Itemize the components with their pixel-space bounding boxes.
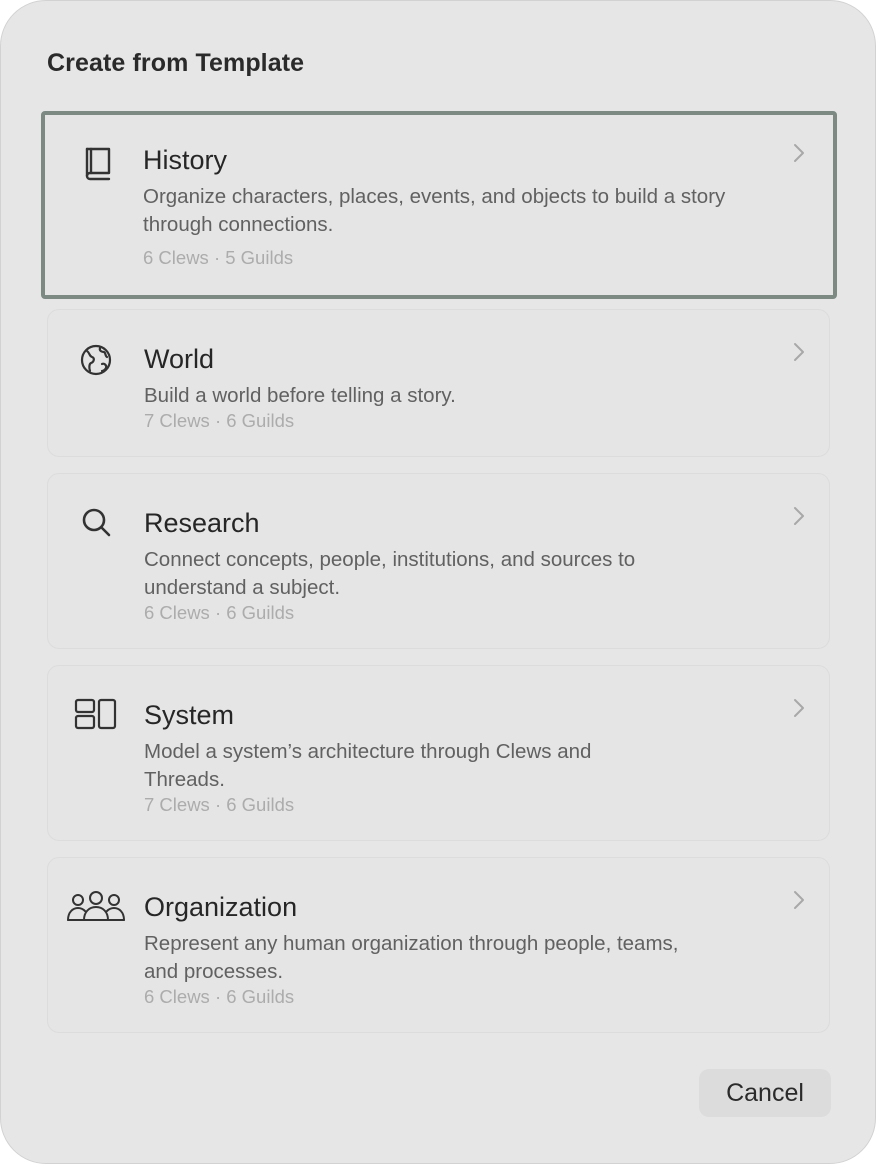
template-description: Connect concepts, people, institutions, … (144, 548, 636, 599)
template-name: Research (144, 508, 260, 538)
template-card-system[interactable]: System Model a system’s architecture thr… (47, 665, 830, 841)
dialog-title: Create from Template (47, 49, 305, 77)
template-dialog: Create from Template History Organize ch… (0, 0, 876, 1164)
people-group-icon (66, 888, 126, 928)
book-icon (79, 143, 119, 183)
cancel-button[interactable]: Cancel (699, 1069, 831, 1117)
chevron-right-icon (791, 504, 807, 528)
template-meta: 7 Clews · 6 Guilds (144, 794, 295, 815)
template-description: Build a world before telling a story. (144, 384, 456, 407)
template-name: World (144, 344, 215, 374)
template-card-history[interactable]: History Organize characters, places, eve… (41, 111, 837, 299)
template-meta: 6 Clews · 5 Guilds (143, 247, 294, 268)
chevron-right-icon (791, 340, 807, 364)
template-meta: 7 Clews · 6 Guilds (144, 410, 295, 431)
chevron-right-icon (791, 696, 807, 720)
template-meta: 6 Clews · 6 Guilds (144, 986, 295, 1007)
template-name: System (144, 700, 235, 730)
chevron-right-icon (791, 141, 807, 165)
template-name: Organization (144, 892, 298, 922)
template-card-world[interactable]: World Build a world before telling a sto… (47, 309, 830, 457)
template-description: Represent any human organization through… (144, 932, 679, 983)
template-description: Model a system’s architecture through Cl… (144, 740, 592, 791)
chevron-right-icon (791, 888, 807, 912)
system-blocks-icon (74, 696, 120, 736)
template-card-organization[interactable]: Organization Represent any human organiz… (47, 857, 830, 1033)
template-name: History (143, 145, 228, 175)
template-description: Organize characters, places, events, and… (143, 185, 726, 236)
template-meta: 6 Clews · 6 Guilds (144, 602, 295, 623)
search-icon (78, 504, 118, 544)
template-card-research[interactable]: Research Connect concepts, people, insti… (47, 473, 830, 649)
globe-icon (78, 340, 118, 380)
